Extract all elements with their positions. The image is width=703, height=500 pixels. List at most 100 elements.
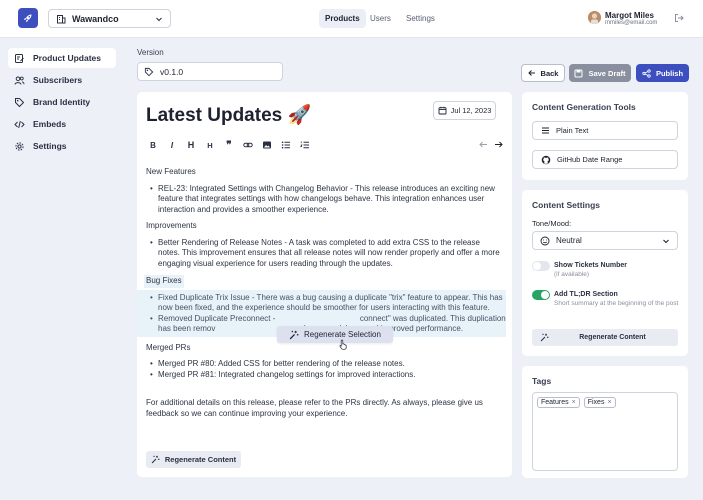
calendar-icon [438,106,447,115]
plain-text-label: Plain Text [556,126,589,135]
tone-select[interactable]: Neutral [532,231,678,250]
nav-users[interactable]: Users [364,9,397,28]
date-picker-button[interactable]: Jul 12, 2023 [433,101,496,120]
sidebar-item-brand-identity[interactable]: Brand Identity [8,92,116,112]
sidebar-item-settings[interactable]: Settings [8,136,116,156]
save-draft-label: Save Draft [588,68,626,78]
github-icon [541,155,551,164]
smiley-icon [540,236,550,245]
nav-products[interactable]: Products [319,9,366,28]
tag-chip: Features × [537,397,580,408]
tags-input[interactable]: Features × Fixes × [532,392,678,471]
user-email: mmiles@email.com [605,20,658,26]
version-input[interactable]: v0.1.0 [137,62,283,81]
sparkle-wand-icon [289,330,299,339]
save-icon [574,69,583,77]
section-heading: Merged PRs [146,342,191,352]
heading1-button[interactable]: H [186,140,196,150]
redo-icon[interactable] [494,140,503,149]
heading2-button[interactable]: H [205,140,215,150]
user-name: Margot Miles [605,11,654,20]
plain-text-button[interactable]: Plain Text [532,121,678,140]
regenerate-selection-label: Regenerate Selection [304,330,381,339]
workspace-selector[interactable]: Wawandco [48,9,171,28]
sidebar-item-subscribers[interactable]: Subscribers [8,70,116,90]
list-item: REL-23: Integrated Settings with Changel… [150,184,501,216]
nav-settings[interactable]: Settings [400,9,441,28]
chevron-down-icon [156,17,162,21]
sidebar-item-label: Product Updates [33,53,102,63]
version-value: v0.1.0 [160,66,184,77]
avatar[interactable] [588,11,601,24]
github-date-range-label: GitHub Date Range [557,155,623,164]
image-icon[interactable] [262,140,272,150]
sparkle-wand-icon [540,333,549,342]
list-item: Merged PR #81: Integrated changelog sett… [150,370,501,381]
share-icon [642,68,651,78]
numbered-list-icon[interactable] [300,140,310,150]
link-icon[interactable] [243,140,253,150]
tone-label: Tone/Mood: [532,219,572,228]
chevron-down-icon [663,239,669,243]
sidebar-item-product-updates[interactable]: Product Updates [8,48,116,68]
tag-chip: Fixes × [583,397,616,408]
tag-icon [144,67,154,76]
sidebar-item-label: Embeds [33,119,67,129]
save-draft-button[interactable]: Save Draft [569,64,631,82]
hand-cursor-icon [339,339,348,350]
show-tickets-label: Show Tickets Number [554,262,628,269]
logout-icon[interactable] [674,13,684,23]
code-icon [14,120,25,128]
show-tickets-toggle[interactable] [532,261,550,271]
sidebar-item-embeds[interactable]: Embeds [8,114,116,134]
format-toolbar: B I H H ❞ [148,140,310,151]
list-item: Merged PR #80: Added CSS for better rend… [150,359,501,370]
regenerate-content-button[interactable]: Regenerate Content [146,451,241,468]
sidebar-item-label: Brand Identity [33,97,91,107]
app-logo-rocket-icon[interactable] [18,8,38,28]
building-icon [57,14,66,23]
tag-label: Features [541,399,569,406]
text-lines-icon [542,127,549,134]
list-item: Fixed Duplicate Trix Issue - There was a… [150,293,506,314]
editor-card: Latest Updates 🚀 Jul 12, 2023 B I H H ❞ … [137,92,512,477]
undo-icon[interactable] [479,140,488,149]
date-value: Jul 12, 2023 [450,106,492,115]
regenerate-selection-button[interactable]: Regenerate Selection [277,326,393,343]
italic-button[interactable]: I [167,140,177,150]
users-icon [14,76,25,85]
publish-button[interactable]: Publish [636,64,689,82]
regenerate-content-label: Regenerate Content [579,334,646,341]
content-tools-card: Content Generation Tools Plain Text GitH… [522,92,688,180]
workspace-name: Wawandco [72,13,119,24]
regenerate-content-button[interactable]: Regenerate Content [532,329,678,346]
github-date-range-button[interactable]: GitHub Date Range [532,150,678,169]
top-bar: Wawandco Products Users Settings Margot … [0,0,703,38]
footer-paragraph: For additional details on this release, … [146,398,483,418]
content-settings-card: Content Settings Tone/Mood: Neutral Show… [522,190,688,356]
tldr-toggle[interactable] [532,290,550,300]
version-label: Version [137,48,164,57]
tldr-label: Add TL;DR Section [554,291,618,298]
sidebar: Product Updates Subscribers Brand Identi… [8,48,116,158]
quote-button[interactable]: ❞ [224,140,234,151]
regenerate-content-label: Regenerate Content [164,455,237,464]
gear-icon [15,141,24,151]
tag-label: Fixes [587,399,605,406]
section-heading: New Features [146,167,196,176]
card-title: Tags [532,376,552,386]
remove-tag-icon[interactable]: × [607,399,611,406]
remove-tag-icon[interactable]: × [572,399,576,406]
publish-label: Publish [655,68,684,78]
back-button[interactable]: Back [521,64,565,82]
back-label: Back [540,68,559,78]
document-edit-icon [15,53,24,63]
editor-title[interactable]: Latest Updates 🚀 [146,103,311,127]
bold-button[interactable]: B [148,140,158,150]
sidebar-item-label: Subscribers [33,75,83,85]
editor-content[interactable]: New Features REL-23: Integrated Settings… [137,167,506,419]
bullet-list-icon[interactable] [281,140,291,150]
sparkle-wand-icon [151,455,160,464]
tldr-hint: Short summary at the beginning of the po… [554,300,679,307]
card-title: Content Generation Tools [532,102,636,112]
